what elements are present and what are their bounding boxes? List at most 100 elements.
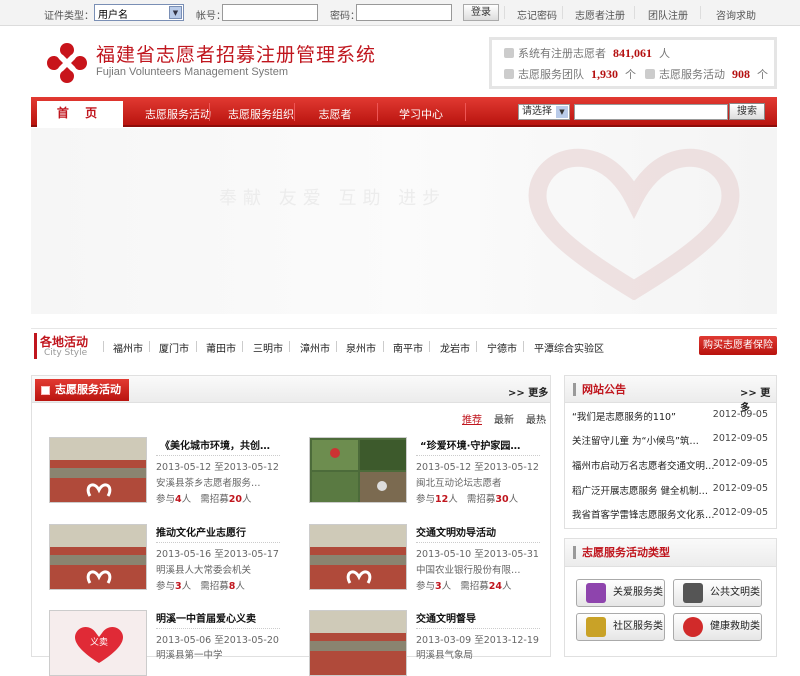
login-bar: 证件类型： 用户名 ▼ 帐号： 密码： 登录 忘记密码 志愿者注册 团队注册 咨询…: [0, 0, 800, 26]
activity-title[interactable]: 交通文明督导: [416, 610, 476, 625]
notice-item[interactable]: “我们是志愿服务的110” 2012-09-05: [572, 409, 772, 427]
divider: [156, 542, 280, 543]
city-longyan[interactable]: 龙岩市: [440, 340, 470, 355]
search-input[interactable]: [574, 104, 728, 120]
broom-icon: [586, 617, 606, 637]
team-register-link[interactable]: 团队注册: [648, 7, 688, 22]
city-quanzhou[interactable]: 泉州市: [346, 340, 376, 355]
sort-latest[interactable]: 最新: [494, 411, 514, 426]
volunteer-count: 841,061: [613, 46, 652, 60]
heart-icon: [528, 148, 740, 300]
main-nav: 首 页 志愿服务活动 志愿服务组织 志愿者 学习中心 请选择 ▼ 搜索: [31, 97, 777, 129]
activity-dates: 2013-05-12 至2013-05-12: [416, 462, 539, 473]
type-care-button[interactable]: 关爱服务类: [576, 579, 665, 607]
divider: [289, 341, 290, 352]
search-button[interactable]: 搜索: [729, 103, 765, 120]
site-title: 福建省志愿者招募注册管理系统: [96, 44, 377, 66]
help-link[interactable]: 咨询求助: [716, 7, 756, 22]
id-type-label: 证件类型：: [44, 11, 94, 22]
hero-banner[interactable]: 奉献 友爱 互助 进步: [31, 128, 777, 314]
site-subtitle: Fujian Volunteers Management System: [96, 66, 288, 78]
nav-home[interactable]: 首 页: [37, 101, 123, 129]
stat-volunteers: 系统有注册志愿者 841,061 人: [504, 45, 670, 61]
activity-thumbnail[interactable]: [309, 524, 407, 590]
divider: [523, 341, 524, 352]
type-health-button[interactable]: 健康救助类: [673, 613, 762, 641]
city-sanming[interactable]: 三明市: [253, 340, 283, 355]
buy-insurance-button[interactable]: 购买志愿者保险: [699, 336, 777, 355]
svg-text:义卖: 义卖: [90, 637, 108, 648]
activity-org: 明溪县第一中学: [156, 650, 223, 661]
divider: [336, 341, 337, 352]
activity-types-panel: 志愿服务活动类型 关爱服务类 公共文明类 社区服务类 健康救助类: [564, 538, 777, 657]
sort-hottest[interactable]: 最热: [526, 411, 546, 426]
activity-thumbnail[interactable]: [49, 524, 147, 590]
banner-slogan: 奉献 友爱 互助 进步: [219, 188, 447, 209]
account-input[interactable]: [222, 4, 318, 21]
city-pingtan[interactable]: 平潭综合实验区: [534, 340, 604, 355]
stat-teams: 志愿服务团队 1,930 个: [504, 66, 636, 82]
divider: [562, 6, 563, 19]
activity-types-header: 志愿服务活动类型: [565, 539, 776, 567]
volunteer-register-link[interactable]: 志愿者注册: [575, 7, 625, 22]
activity-org: 安溪县茶乡志愿者服务…: [156, 478, 261, 489]
notice-item[interactable]: 稻广泛开展志愿服务 健全机制… 2012-09-05: [572, 483, 772, 501]
activity-thumbnail[interactable]: [49, 437, 147, 503]
type-civility-button[interactable]: 公共文明类: [673, 579, 762, 607]
activity-thumbnail[interactable]: [309, 437, 407, 503]
chevron-down-icon: ▼: [169, 6, 182, 19]
city-fuzhou[interactable]: 福州市: [113, 340, 143, 355]
divider: [476, 341, 477, 352]
activities-more-link[interactable]: >> 更多: [508, 384, 548, 399]
activity-dates: 2013-05-16 至2013-05-17: [156, 549, 279, 560]
search-category-select[interactable]: 请选择 ▼: [518, 104, 570, 120]
activity-org: 明溪县气象局: [416, 650, 474, 661]
divider: [156, 628, 280, 629]
city-zhangzhou[interactable]: 漳州市: [300, 340, 330, 355]
password-input[interactable]: [356, 4, 452, 21]
notice-item[interactable]: 福州市启动万名志愿者交通文明… 2012-09-05: [572, 458, 772, 476]
team-icon: [504, 69, 514, 79]
activity-dates: 2013-05-10 至2013-05-31: [416, 549, 539, 560]
notice-item[interactable]: 关注留守儿童 为“小候鸟”筑… 2012-09-05: [572, 433, 772, 451]
activity-title[interactable]: 交通文明劝导活动: [416, 524, 496, 539]
city-putian[interactable]: 莆田市: [206, 340, 236, 355]
activity-title[interactable]: 明溪一中首届爱心义卖: [156, 610, 256, 625]
activity-counts: 参与4人 需招募20人: [156, 494, 252, 505]
city-nanping[interactable]: 南平市: [393, 340, 423, 355]
notice-item[interactable]: 我省首客学雷锋志愿服务文化系… 2012-09-05: [572, 507, 772, 525]
id-type-select[interactable]: 用户名 ▼: [94, 4, 184, 21]
city-xiamen[interactable]: 厦门市: [159, 340, 189, 355]
divider: [377, 103, 378, 121]
search-category-value: 请选择: [522, 106, 552, 117]
activity-count: 908: [732, 67, 750, 81]
login-button[interactable]: 登录: [463, 4, 499, 21]
nav-learning[interactable]: 学习中心: [379, 106, 463, 122]
city-ningde[interactable]: 宁德市: [487, 340, 517, 355]
forgot-password-link[interactable]: 忘记密码: [517, 7, 557, 22]
lifebuoy-icon: [683, 617, 703, 637]
type-community-button[interactable]: 社区服务类: [576, 613, 665, 641]
city-subtitle: City Style: [44, 348, 88, 358]
activity-dates: 2013-05-06 至2013-05-20: [156, 635, 279, 646]
divider: [209, 103, 210, 121]
activities-header: 志愿服务活动 >> 更多: [32, 376, 550, 403]
divider: [465, 103, 466, 121]
activity-title[interactable]: “珍爱环境·守护家园…: [420, 437, 520, 452]
team-count: 1,930: [591, 67, 618, 81]
activities-title[interactable]: 志愿服务活动: [35, 379, 129, 401]
nav-volunteers[interactable]: 志愿者: [294, 106, 376, 122]
activity-thumbnail[interactable]: [309, 610, 407, 676]
cup-icon: [683, 583, 703, 603]
sort-recommended[interactable]: 推荐: [462, 411, 482, 426]
activity-org: 闽北互动论坛志愿者: [416, 478, 502, 489]
divider: [149, 341, 150, 352]
activity-thumbnail[interactable]: 义卖: [49, 610, 147, 676]
volunteer-logo-icon[interactable]: [44, 40, 90, 86]
activity-title[interactable]: 推动文化产业志愿行: [156, 524, 246, 539]
activity-counts: 参与12人 需招募30人: [416, 494, 519, 505]
stat-activities: 志愿服务活动 908 个: [645, 66, 768, 82]
activity-types-title: 志愿服务活动类型: [573, 546, 670, 559]
divider: [634, 6, 635, 19]
activity-title[interactable]: 《美化城市环境，共创…: [160, 437, 270, 452]
